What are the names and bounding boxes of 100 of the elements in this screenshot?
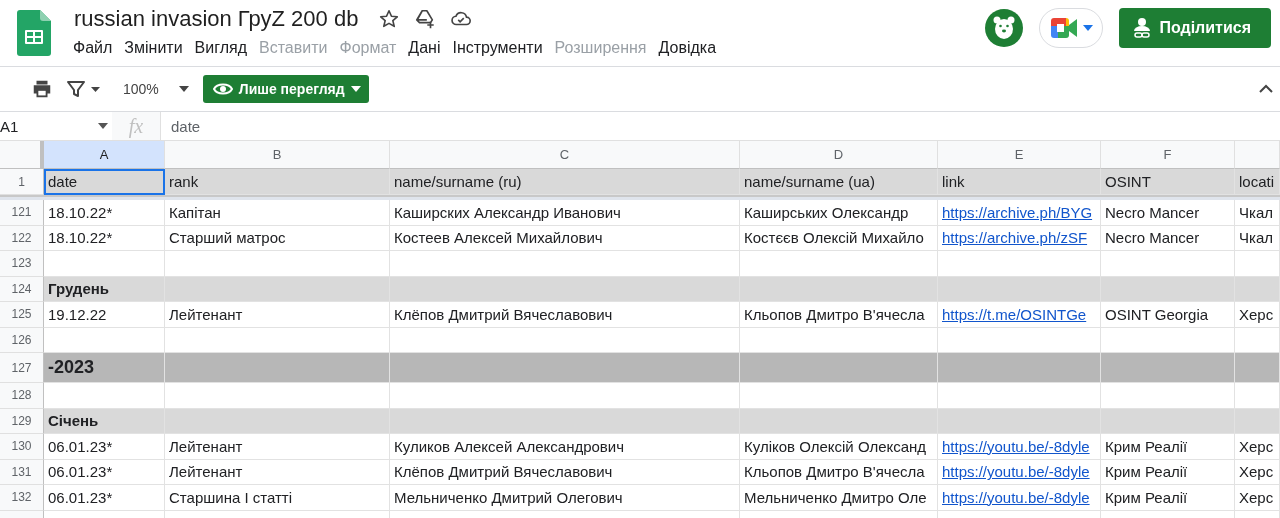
- table-cell: Мельниченко Дмитро Оле: [740, 485, 938, 511]
- filter-icon[interactable]: [65, 78, 101, 100]
- caret-icon: [98, 123, 108, 129]
- column-header[interactable]: A: [44, 141, 165, 169]
- table-cell: Чкал: [1235, 225, 1280, 251]
- print-icon[interactable]: [31, 78, 53, 100]
- table-cell: name/surname (ru): [390, 169, 740, 195]
- table-cell: Мельниченко Дмитрий Олегович: [390, 485, 740, 511]
- table-cell: Старший матрос: [165, 225, 390, 251]
- table-cell: Крим Реалії: [1101, 459, 1235, 485]
- table-cell: 18.10.22*: [44, 200, 165, 226]
- table-cell: Капітан: [165, 200, 390, 226]
- row-number: 1: [0, 169, 44, 195]
- row-number: 126: [0, 327, 44, 353]
- spreadsheet-logo-icon[interactable]: [17, 10, 51, 56]
- document-title[interactable]: russian invasion ГруZ 200 db: [74, 6, 359, 32]
- zoom-dropdown[interactable]: 100%: [123, 81, 189, 97]
- table-cell: Лейтенант: [165, 459, 390, 485]
- table-cell: Старшина І статті: [165, 485, 390, 511]
- table-cell: OSINT: [1101, 169, 1235, 195]
- table-cell: Клёпов Дмитрий Вячеславович: [390, 302, 740, 328]
- empty-cell: [1235, 251, 1280, 277]
- table-cell: Херс: [1235, 302, 1280, 328]
- table-cell: 18.10.22*: [44, 225, 165, 251]
- table-cell: rank: [165, 169, 390, 195]
- table-cell: Костеев Алексей Михайлович: [390, 225, 740, 251]
- table-cell: Каширських Олександр: [740, 200, 938, 226]
- eye-icon: [212, 82, 233, 96]
- table-cell: locati: [1235, 169, 1280, 195]
- table-cell: name/surname (ua): [740, 169, 938, 195]
- avatar-icon[interactable]: [985, 9, 1024, 47]
- row-number: 129: [0, 408, 44, 434]
- table-cell: Лейтенант: [165, 434, 390, 460]
- view-only-button[interactable]: Лише перегляд: [202, 75, 369, 103]
- row-number: 132: [0, 485, 44, 511]
- link[interactable]: https://youtu.be/-8dyle: [942, 437, 1090, 455]
- column-header[interactable]: F: [1101, 141, 1235, 169]
- table-cell: Січень: [44, 408, 165, 434]
- formula-input[interactable]: date: [171, 117, 201, 135]
- row-number: 123: [0, 251, 44, 277]
- link[interactable]: https://archive.ph/zSF: [942, 229, 1088, 247]
- column-header[interactable]: E: [938, 141, 1101, 169]
- table-cell: Клёпов Дмитрий Вячеславович: [390, 459, 740, 485]
- menu-item[interactable]: Файл: [67, 36, 119, 60]
- star-icon[interactable]: [378, 8, 401, 30]
- row-number: 122: [0, 225, 44, 251]
- table-cell: Necro Mancer: [1101, 200, 1235, 226]
- table-cell: Куликов Алексей Александрович: [390, 434, 740, 460]
- link[interactable]: https://youtu.be/-8dyle: [942, 463, 1090, 481]
- table-cell: Куліков Олексій Олександ: [740, 434, 938, 460]
- caret-icon: [350, 86, 361, 92]
- table-cell: Чкал: [1235, 200, 1280, 226]
- table-cell: Крим Реалії: [1101, 434, 1235, 460]
- table-cell: Херс: [1235, 485, 1280, 511]
- table-cell: Кльопов Дмитро В'ячесла: [740, 302, 938, 328]
- fx-label: fx: [112, 112, 161, 140]
- table-cell: date: [44, 169, 165, 195]
- caret-icon: [1083, 25, 1094, 31]
- table-cell: Крим Реалії: [1101, 485, 1235, 511]
- row-number: 130: [0, 434, 44, 460]
- row-number: 128: [0, 383, 44, 409]
- table-cell: Грудень: [44, 276, 165, 302]
- column-header[interactable]: C: [390, 141, 740, 169]
- table-cell: Каширских Александр Иванович: [390, 200, 740, 226]
- row-number: 131: [0, 459, 44, 485]
- share-button[interactable]: Поділитися: [1119, 8, 1271, 48]
- menu-item[interactable]: Довідка: [652, 36, 723, 60]
- menu-item[interactable]: Вигляд: [188, 36, 254, 60]
- link[interactable]: https://t.me/OSINTGe: [942, 305, 1087, 323]
- menu-item[interactable]: Дані: [402, 36, 447, 60]
- table-cell: Кльопов Дмитро В'ячесла: [740, 459, 938, 485]
- table-cell: 06.01.23*: [44, 459, 165, 485]
- table-cell: OSINT Georgia: [1101, 302, 1235, 328]
- link[interactable]: https://youtu.be/-8dyle: [942, 488, 1090, 506]
- table-cell: 06.01.23*: [44, 485, 165, 511]
- person-link-icon: [1133, 17, 1152, 39]
- table-cell: Лейтенант: [165, 302, 390, 328]
- menu-item[interactable]: Інструменти: [446, 36, 549, 60]
- row-number: 121: [0, 200, 44, 226]
- video-call-button[interactable]: [1039, 8, 1104, 48]
- menu-item[interactable]: Змінити: [118, 36, 189, 60]
- table-cell: Костєєв Олексій Михайло: [740, 225, 938, 251]
- table-cell: 06.01.23*: [44, 434, 165, 460]
- caret-icon: [178, 86, 189, 92]
- video-camera-icon: [1049, 16, 1080, 40]
- link[interactable]: https://archive.ph/BYG: [942, 203, 1093, 221]
- empty-cell: [1235, 383, 1280, 409]
- row-number: 127: [0, 353, 44, 383]
- row-number: 125: [0, 302, 44, 328]
- table-cell: Херс: [1235, 434, 1280, 460]
- name-box[interactable]: A1: [0, 116, 112, 136]
- drive-add-icon[interactable]: [414, 8, 437, 30]
- column-header[interactable]: D: [740, 141, 938, 169]
- table-cell: link: [938, 169, 1101, 195]
- table-cell: -2023: [44, 353, 165, 383]
- table-cell: Necro Mancer: [1101, 225, 1235, 251]
- table-cell: 19.12.22: [44, 302, 165, 328]
- column-header[interactable]: B: [165, 141, 390, 169]
- row-number: 124: [0, 276, 44, 302]
- table-cell: Херс: [1235, 459, 1280, 485]
